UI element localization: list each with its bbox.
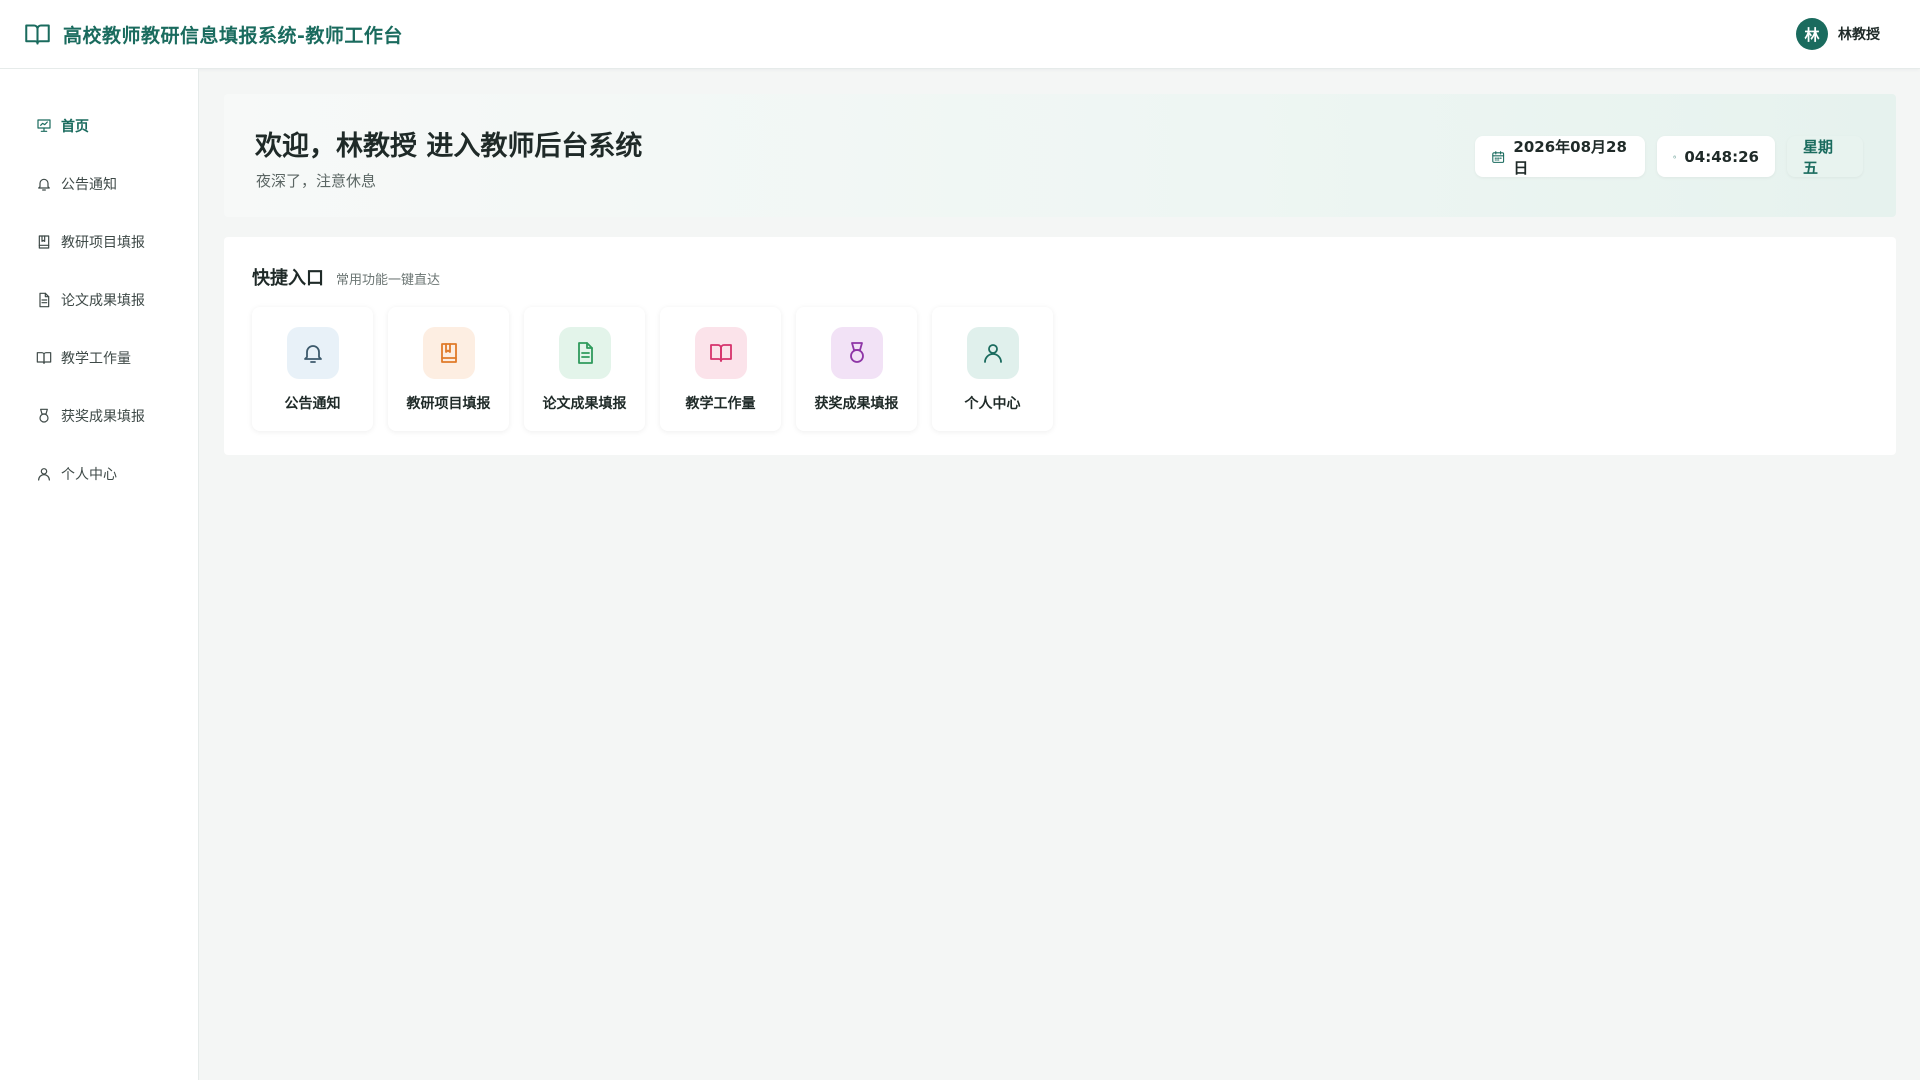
quick-access-tiles: 公告通知 教研项目填报 论文成果填报 教学工作量 获奖成果填报 个人中心: [252, 307, 1053, 431]
tile-icon-box: [286, 327, 339, 379]
tile-label: 教研项目填报: [406, 396, 491, 412]
open-book-icon: [36, 352, 52, 364]
weekday-chip: 星期五: [1787, 136, 1863, 177]
document-icon: [39, 292, 50, 308]
medal-icon: [39, 408, 49, 423]
avatar[interactable]: 林: [1796, 18, 1828, 50]
medal-icon: [849, 342, 864, 363]
tile-icon-box: [558, 327, 611, 379]
book-icon: [38, 235, 50, 249]
time-chip: 04:48:26: [1657, 136, 1775, 177]
presentation-icon: [37, 119, 51, 132]
document-icon: [577, 342, 593, 364]
bell-icon: [303, 345, 322, 363]
bell-icon: [38, 178, 50, 191]
welcome-title: 欢迎，林教授 进入教师后台系统: [255, 131, 643, 162]
date-text: 2026年08月28日: [1513, 137, 1627, 177]
tile-label: 个人中心: [964, 396, 1021, 412]
user-menu[interactable]: 林 林教授: [1796, 18, 1880, 50]
sidebar-item-label: 获奖成果填报: [61, 409, 145, 425]
sidebar-item-workload[interactable]: 教学工作量: [0, 329, 198, 387]
quick-tile-awards[interactable]: 获奖成果填报: [796, 307, 917, 431]
date-chip: 2026年08月28日: [1475, 136, 1645, 177]
sidebar-item-profile[interactable]: 个人中心: [0, 445, 198, 503]
welcome-subtitle: 夜深了，注意休息: [256, 172, 377, 190]
user-name[interactable]: 林教授: [1838, 24, 1880, 44]
sidebar-item-papers[interactable]: 论文成果填报: [0, 271, 198, 329]
sidebar-item-label: 教学工作量: [61, 351, 131, 367]
sidebar-item-label: 个人中心: [61, 467, 117, 483]
tile-label: 获奖成果填报: [814, 396, 899, 412]
quick-access-panel: 快捷入口 常用功能一键直达 公告通知 教研项目填报 论文成果填报 教学工作量 获…: [224, 237, 1896, 455]
tile-icon-box: [694, 327, 747, 379]
sidebar-item-awards[interactable]: 获奖成果填报: [0, 387, 198, 445]
book-open-icon: [25, 23, 50, 45]
sidebar-item-label: 首页: [61, 119, 89, 135]
sidebar-item-label: 公告通知: [61, 177, 117, 193]
quick-tile-projects[interactable]: 教研项目填报: [388, 307, 509, 431]
quick-tile-profile[interactable]: 个人中心: [932, 307, 1053, 431]
open-book-icon: [709, 344, 732, 362]
quick-access-header: 快捷入口 常用功能一键直达: [252, 264, 440, 290]
quick-tile-workload[interactable]: 教学工作量: [660, 307, 781, 431]
tile-label: 公告通知: [284, 396, 341, 412]
clock-icon: [1673, 155, 1677, 158]
tile-icon-box: [966, 327, 1019, 379]
quick-access-title: 快捷入口: [252, 268, 324, 289]
calendar-icon: [1492, 150, 1505, 163]
sidebar-item-home[interactable]: 首页: [0, 97, 198, 155]
sidebar-item-label: 论文成果填报: [61, 293, 145, 309]
sidebar-item-projects[interactable]: 教研项目填报: [0, 213, 198, 271]
time-text: 04:48:26: [1684, 147, 1759, 166]
welcome-banner: 欢迎，林教授 进入教师后台系统 夜深了，注意休息 2026年08月28日 04:…: [224, 94, 1896, 217]
app-title: 高校教师教研信息填报系统-教师工作台: [63, 24, 403, 47]
user-icon: [38, 468, 50, 481]
quick-tile-notices[interactable]: 公告通知: [252, 307, 373, 431]
book-icon: [440, 343, 457, 363]
tile-label: 论文成果填报: [542, 396, 627, 412]
quick-access-subtitle: 常用功能一键直达: [336, 273, 441, 288]
sidebar-item-label: 教研项目填报: [61, 235, 145, 251]
weekday-text: 星期五: [1803, 137, 1834, 177]
tile-icon-box: [422, 327, 475, 379]
user-icon: [983, 344, 1002, 363]
brand[interactable]: 高校教师教研信息填报系统-教师工作台: [24, 21, 403, 48]
tile-label: 教学工作量: [685, 396, 756, 412]
top-header: 高校教师教研信息填报系统-教师工作台 林 林教授: [0, 0, 1920, 69]
quick-tile-papers[interactable]: 论文成果填报: [524, 307, 645, 431]
sidebar: 首页 公告通知 教研项目填报 论文成果填报 教学工作量 获奖成果填报 个人中心: [0, 69, 199, 1080]
tile-icon-box: [830, 327, 883, 379]
sidebar-item-notices[interactable]: 公告通知: [0, 155, 198, 213]
